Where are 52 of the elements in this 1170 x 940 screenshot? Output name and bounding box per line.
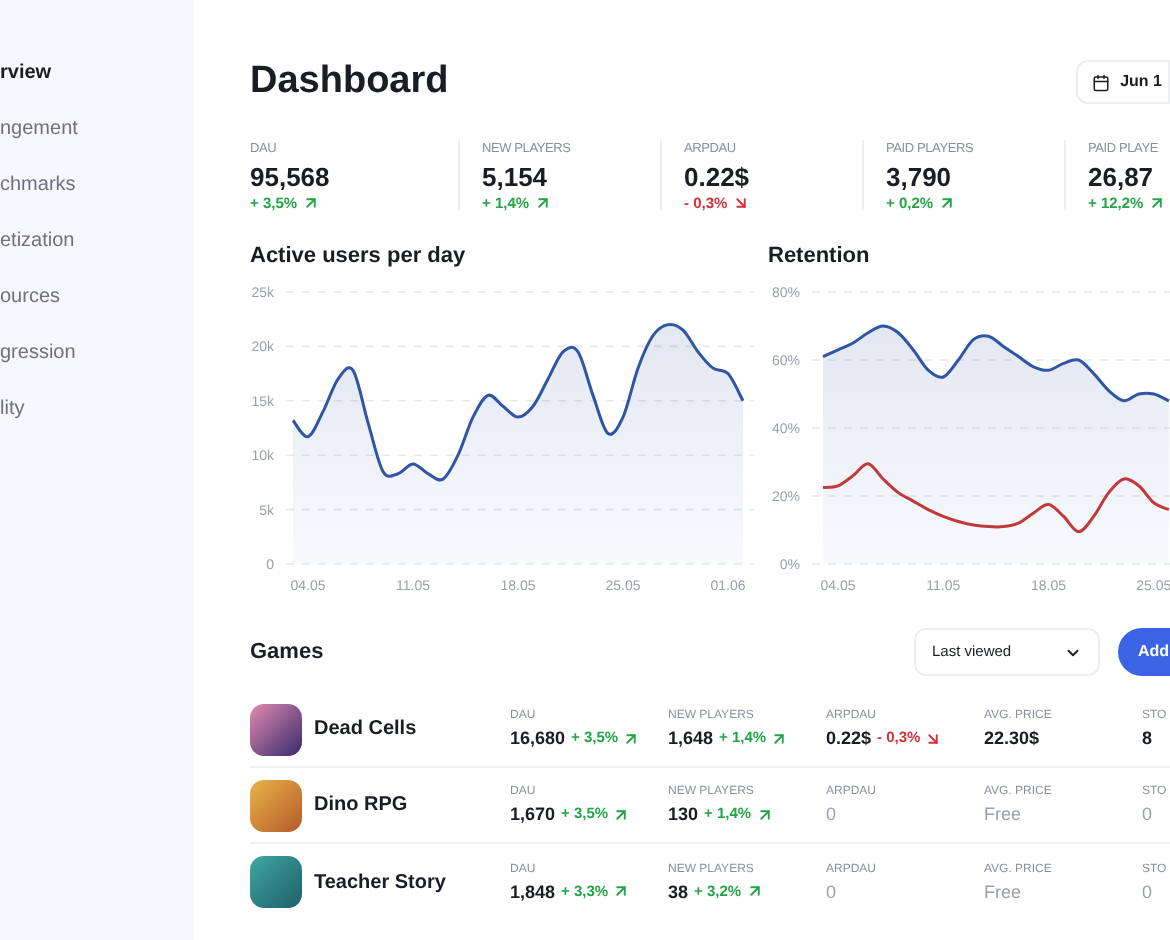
stat-value: 26,87 <box>1088 162 1156 192</box>
game-icon-placeholder <box>250 703 302 755</box>
stat-value: 3,790 <box>886 162 954 192</box>
game-icon-placeholder <box>250 779 302 831</box>
sidebar-item[interactable]: rview <box>0 56 194 90</box>
section-title: Games <box>250 637 326 668</box>
arrow-up-icon <box>612 805 631 823</box>
arrow-up-icon <box>770 729 789 747</box>
stat-value: 95,568 <box>250 162 332 192</box>
arrow-up-icon <box>1147 194 1166 213</box>
game-name[interactable]: Dead Cells <box>314 714 417 744</box>
sidebar-item[interactable]: chmarks <box>0 168 194 202</box>
chart-title: Retention <box>768 242 872 270</box>
cell-value: 0 <box>826 802 837 826</box>
stat-value: 5,154 <box>482 162 550 192</box>
game-name[interactable]: Dino RPG <box>314 790 408 820</box>
sidebar-item[interactable]: etization <box>0 224 194 258</box>
cell-value: Free <box>984 802 1022 826</box>
cell-value: 130 <box>668 802 699 826</box>
date-range-button[interactable]: Jun 1 <box>1076 60 1170 104</box>
arrow-down-icon <box>924 729 943 747</box>
sidebar-item[interactable]: ngement <box>0 112 194 146</box>
cell-value: 0 <box>1142 879 1153 903</box>
cell-value: 8 <box>1142 726 1153 750</box>
sidebar-item[interactable]: lity <box>0 392 194 426</box>
arrow-up-icon <box>622 729 641 747</box>
cell-value: Free <box>984 879 1022 903</box>
cell-value: 0 <box>826 879 837 903</box>
game-icon-placeholder <box>250 856 302 908</box>
sidebar-item[interactable]: gression <box>0 336 194 370</box>
sidebar-item[interactable]: ources <box>0 280 194 314</box>
cell-value: 16,680 <box>510 726 566 750</box>
arrow-up-icon <box>937 194 956 213</box>
cell-value: 1,848 <box>510 879 556 903</box>
cell-value: 1,670 <box>510 802 556 826</box>
cell-value: 22.30$ <box>984 726 1040 750</box>
calendar-icon <box>1092 73 1111 91</box>
arrow-up-icon <box>745 882 764 900</box>
arrow-up-icon <box>755 805 774 823</box>
arrow-up-icon <box>533 194 552 213</box>
chart-title: Active users per day <box>250 242 468 270</box>
add-button[interactable]: Add <box>1118 628 1170 676</box>
cell-value: 0 <box>1142 802 1153 826</box>
cell-value: 1,648 <box>668 726 714 750</box>
cell-value: 38 <box>668 879 689 903</box>
stat-value: 0.22$ <box>684 162 752 192</box>
page-title: Dashboard <box>250 57 449 106</box>
arrow-up-icon <box>612 882 631 900</box>
game-name[interactable]: Teacher Story <box>314 867 446 897</box>
arrow-up-icon <box>301 194 320 213</box>
cell-value: 0.22$ <box>826 726 872 750</box>
arrow-down-icon <box>731 194 750 213</box>
